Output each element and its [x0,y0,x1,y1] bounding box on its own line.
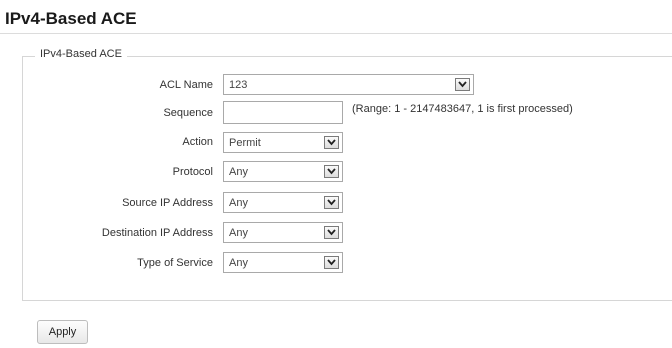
sequence-input[interactable] [223,101,343,124]
protocol-value: Any [229,166,248,178]
acl-name-select[interactable]: 123 [223,74,474,95]
action-label: Action [182,136,213,148]
type-of-service-value: Any [229,257,248,269]
chevron-down-icon[interactable] [324,165,339,178]
action-value: Permit [229,137,261,149]
action-select[interactable]: Permit [223,132,343,153]
protocol-label: Protocol [172,166,213,178]
chevron-down-icon[interactable] [324,256,339,269]
source-ip-select[interactable]: Any [223,192,343,213]
apply-button[interactable]: Apply [37,320,88,344]
source-ip-value: Any [229,197,248,209]
sequence-range-hint: (Range: 1 - 2147483647, 1 is first proce… [352,103,573,115]
destination-ip-label: Destination IP Address [101,227,213,239]
type-of-service-label: Type of Service [137,257,213,269]
sequence-label: Sequence [163,107,213,119]
acl-name-label: ACL Name [159,79,213,91]
destination-ip-select[interactable]: Any [223,222,343,243]
chevron-down-icon[interactable] [455,78,470,91]
chevron-down-icon[interactable] [324,226,339,239]
protocol-select[interactable]: Any [223,161,343,182]
chevron-down-icon[interactable] [324,136,339,149]
type-of-service-select[interactable]: Any [223,252,343,273]
fieldset-legend: IPv4-Based ACE [35,48,127,60]
source-ip-label: Source IP Address [122,197,213,209]
destination-ip-value: Any [229,227,248,239]
page-title: IPv4-Based ACE [5,9,137,28]
acl-name-value: 123 [229,79,248,91]
chevron-down-icon[interactable] [324,196,339,209]
title-divider [0,33,672,34]
